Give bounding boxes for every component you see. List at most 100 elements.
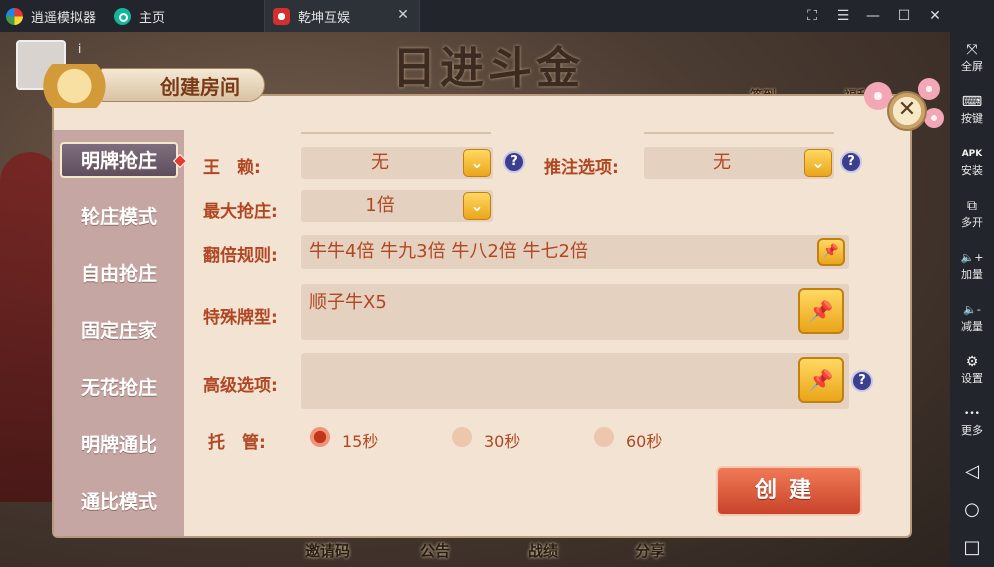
- maximize-icon[interactable]: ☐: [889, 0, 919, 32]
- home-tab-icon: [114, 7, 131, 25]
- chevron-down-icon: ⌄: [804, 149, 832, 177]
- fullscreen-icon: ⤧: [966, 42, 978, 58]
- trust-60s-label[interactable]: 60秒: [626, 428, 662, 452]
- emulator-logo-icon: [6, 7, 23, 25]
- mode-menu: 明牌抢庄 轮庄模式 自由抢庄 固定庄家 无花抢庄 明牌通比 通比模式: [54, 130, 188, 536]
- android-recents-icon[interactable]: □: [950, 537, 994, 558]
- emulator-brand[interactable]: 逍遥模拟器: [6, 0, 96, 32]
- bet-option-dropdown[interactable]: 无 ⌄: [644, 147, 834, 179]
- sidebar-item-label: 按键: [961, 112, 983, 125]
- sidebar-item-label: 安装: [961, 164, 983, 177]
- special-type-field[interactable]: 顺子牛X5 📌: [301, 284, 849, 340]
- sidebar-item-settings[interactable]: ⚙ 设置: [950, 353, 994, 386]
- checkin-button[interactable]: 签到: [734, 40, 792, 104]
- menu-item-lunzhuang[interactable]: 轮庄模式: [54, 195, 184, 239]
- sidebar-item-more[interactable]: ••• 更多: [950, 405, 994, 438]
- sidebar-item-multi-instance[interactable]: ⧉ 多开: [950, 197, 994, 230]
- emulator-title-bar: 逍遥模拟器 主页 乾坤互娱 ✕ ⛶ ☰ — ☐ ✕ «: [0, 0, 994, 32]
- advanced-option-help-icon[interactable]: ?: [851, 370, 873, 392]
- sidebar-item-label: 多开: [961, 216, 983, 229]
- double-rule-label: 翻倍规则:: [203, 246, 278, 266]
- android-home-icon[interactable]: ○: [950, 499, 994, 520]
- sidebar-item-fullscreen[interactable]: ⤧ 全屏: [950, 41, 994, 74]
- double-rule-pin-icon[interactable]: 📌: [817, 238, 845, 266]
- fan-emblem-icon: [40, 64, 126, 108]
- sidebar-item-volume-up[interactable]: 🔈+ 加量: [950, 249, 994, 282]
- emulator-window: 逍遥模拟器 主页 乾坤互娱 ✕ ⛶ ☰ — ☐ ✕ « i 日进斗金 签到 福利…: [0, 0, 994, 567]
- keyboard-icon: ⌨: [961, 94, 983, 110]
- wanglai-label: 王 赖:: [203, 158, 261, 178]
- divider: [301, 132, 491, 134]
- user-info: i: [78, 42, 82, 56]
- max-banker-value: 1倍: [365, 195, 395, 216]
- invite-code-button[interactable]: 邀请码: [305, 540, 350, 561]
- menu-item-tongbi[interactable]: 通比模式: [54, 480, 184, 524]
- tab-home[interactable]: 主页: [114, 0, 165, 32]
- chevron-down-icon: ⌄: [463, 192, 491, 220]
- apk-install-icon: APK: [961, 149, 983, 159]
- trust-15s-label[interactable]: 15秒: [342, 428, 378, 452]
- wanglai-help-icon[interactable]: ?: [503, 151, 525, 173]
- menu-item-label: 明牌抢庄: [80, 150, 157, 172]
- wanglai-dropdown[interactable]: 无 ⌄: [301, 147, 493, 179]
- sidebar-item-volume-down[interactable]: 🔈- 减量: [950, 301, 994, 334]
- screenshot-capture-icon[interactable]: ⛶: [797, 0, 827, 32]
- settings-gear-icon: ⚙: [965, 354, 979, 370]
- volume-down-icon: 🔈-: [963, 303, 981, 316]
- more-icon: •••: [964, 409, 980, 419]
- max-banker-dropdown[interactable]: 1倍 ⌄: [301, 190, 493, 222]
- android-back-icon[interactable]: ◁: [950, 461, 994, 482]
- dialog-title: 创建房间: [160, 75, 240, 99]
- record-button[interactable]: 战绩: [528, 540, 558, 561]
- bet-option-label: 推注选项:: [544, 158, 619, 178]
- chevron-down-icon: ⌄: [463, 149, 491, 177]
- menu-item-wuhua-qiangzhuang[interactable]: 无花抢庄: [54, 366, 184, 410]
- divider: [644, 132, 834, 134]
- dialog-close-button[interactable]: ✕: [887, 91, 927, 131]
- emulator-app-name: 逍遥模拟器: [31, 10, 97, 26]
- menu-item-guding-zhuangjia[interactable]: 固定庄家: [54, 309, 184, 353]
- menu-item-mingpai-tongbi[interactable]: 明牌通比: [54, 423, 184, 467]
- bet-option-help-icon[interactable]: ?: [840, 151, 862, 173]
- background-title: 日进斗金: [392, 43, 584, 94]
- sidebar-item-keyboard[interactable]: ⌨ 按键: [950, 93, 994, 126]
- tab-game-label: 乾坤互娱: [298, 10, 351, 26]
- trust-15s-radio[interactable]: [310, 427, 330, 447]
- tab-close-icon[interactable]: ✕: [395, 7, 411, 23]
- dialog-title-banner: 创建房间: [40, 62, 265, 110]
- sidebar-item-install[interactable]: APK 安装: [950, 145, 994, 178]
- trust-30s-label[interactable]: 30秒: [484, 428, 520, 452]
- special-type-label: 特殊牌型:: [203, 308, 278, 328]
- advanced-option-pin-icon[interactable]: 📌: [798, 357, 844, 403]
- menu-icon[interactable]: ☰: [828, 0, 858, 32]
- double-rule-field[interactable]: 牛牛4倍 牛九3倍 牛八2倍 牛七2倍 📌: [301, 235, 849, 269]
- sidebar-item-label: 减量: [961, 320, 983, 333]
- menu-item-mingpai-qiangzhuang[interactable]: 明牌抢庄: [60, 142, 188, 178]
- tab-home-label: 主页: [139, 10, 166, 26]
- bet-option-value: 无: [713, 152, 731, 173]
- multi-instance-icon: ⧉: [967, 198, 977, 214]
- special-type-pin-icon[interactable]: 📌: [798, 288, 844, 334]
- special-type-value: 顺子牛X5: [309, 292, 387, 313]
- trust-label: 托 管:: [208, 433, 266, 453]
- advanced-option-field[interactable]: 📌: [301, 353, 849, 409]
- close-window-icon[interactable]: ✕: [920, 0, 950, 32]
- trust-30s-radio[interactable]: [452, 427, 472, 447]
- sidebar-item-label: 更多: [961, 424, 983, 437]
- trust-60s-radio[interactable]: [594, 427, 614, 447]
- emulator-sidebar: ⤧ 全屏 ⌨ 按键 APK 安装 ⧉ 多开 🔈+ 加量 🔈- 减量 ⚙ 设置 •…: [950, 0, 994, 567]
- sidebar-item-label: 全屏: [961, 60, 983, 73]
- max-banker-label: 最大抢庄:: [203, 202, 278, 222]
- sidebar-item-label: 加量: [961, 268, 983, 281]
- menu-item-ziyou-qiangzhuang[interactable]: 自由抢庄: [54, 252, 184, 296]
- notice-button[interactable]: 公告: [420, 540, 450, 561]
- create-room-button[interactable]: 创建: [716, 466, 862, 516]
- tab-game[interactable]: 乾坤互娱 ✕: [264, 0, 420, 32]
- double-rule-value: 牛牛4倍 牛九3倍 牛八2倍 牛七2倍: [309, 241, 588, 262]
- share-button[interactable]: 分享: [635, 540, 665, 561]
- background-character: [0, 152, 60, 502]
- minimize-icon[interactable]: —: [858, 0, 888, 32]
- wanglai-value: 无: [371, 152, 389, 173]
- volume-up-icon: 🔈+: [960, 251, 984, 264]
- game-tab-icon: [273, 7, 290, 25]
